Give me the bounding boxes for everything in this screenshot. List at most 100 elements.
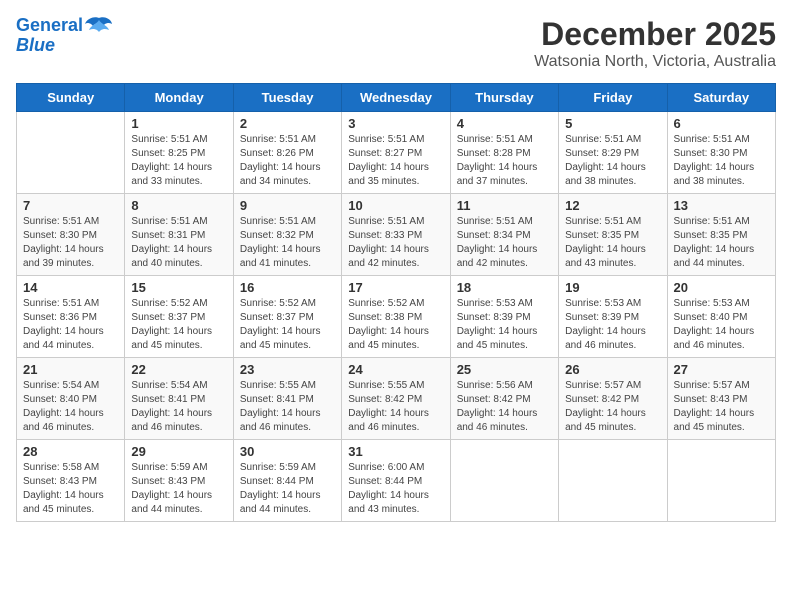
page-header: General Blue December 2025 Watsonia Nort…: [16, 16, 776, 71]
day-number: 3: [348, 116, 443, 131]
day-number: 20: [674, 280, 769, 295]
table-row: 23Sunrise: 5:55 AM Sunset: 8:41 PM Dayli…: [233, 358, 341, 440]
day-number: 4: [457, 116, 552, 131]
day-info: Sunrise: 5:53 AM Sunset: 8:39 PM Dayligh…: [565, 297, 660, 353]
day-of-week-header: Monday: [125, 84, 233, 112]
table-row: 4 Sunrise: 5:51 AM Sunset: 8:28 PM Daylig…: [450, 112, 558, 194]
day-info: Sunrise: 5:51 AM Sunset: 8:33 PM Dayligh…: [348, 215, 443, 271]
day-of-week-header: Thursday: [450, 84, 558, 112]
day-info: Sunrise: 5:51 AM Sunset: 8:34 PM Dayligh…: [457, 215, 552, 271]
table-row: 15 Sunrise: 5:52 AM Sunset: 8:37 PM Dayli…: [125, 276, 233, 358]
calendar-table: SundayMondayTuesdayWednesdayThursdayFrid…: [16, 83, 776, 522]
day-number: 13: [674, 198, 769, 213]
day-info: Sunrise: 5:53 AM Sunset: 8:39 PM Dayligh…: [457, 297, 552, 353]
day-number: 21: [23, 362, 118, 377]
day-info: Sunrise: 5:52 AM Sunset: 8:37 PM Dayligh…: [131, 297, 226, 353]
day-number: 31: [348, 444, 443, 459]
day-info: Sunrise: 5:55 AM Sunset: 8:41 PM Dayligh…: [240, 379, 335, 435]
table-row: 18 Sunrise: 5:53 AM Sunset: 8:39 PM Dayli…: [450, 276, 558, 358]
table-row: 8 Sunrise: 5:51 AM Sunset: 8:31 PM Daylig…: [125, 194, 233, 276]
day-info: Sunrise: 5:51 AM Sunset: 8:28 PM Dayligh…: [457, 133, 552, 189]
calendar-week-row: 28 Sunrise: 5:58 AM Sunset: 8:43 PM Dayli…: [17, 440, 776, 522]
day-info: Sunrise: 5:54 AM Sunset: 8:41 PM Dayligh…: [131, 379, 226, 435]
day-number: 26: [565, 362, 660, 377]
table-row: [450, 440, 558, 522]
day-number: 30: [240, 444, 335, 459]
table-row: 5 Sunrise: 5:51 AM Sunset: 8:29 PM Daylig…: [559, 112, 667, 194]
day-number: 7: [23, 198, 118, 213]
day-info: Sunrise: 5:52 AM Sunset: 8:38 PM Dayligh…: [348, 297, 443, 353]
table-row: 17 Sunrise: 5:52 AM Sunset: 8:38 PM Dayli…: [342, 276, 450, 358]
day-info: Sunrise: 5:57 AM Sunset: 8:43 PM Dayligh…: [674, 379, 769, 435]
day-number: 2: [240, 116, 335, 131]
day-info: Sunrise: 5:57 AM Sunset: 8:42 PM Dayligh…: [565, 379, 660, 435]
table-row: 1Sunrise: 5:51 AM Sunset: 8:25 PM Daylig…: [125, 112, 233, 194]
day-info: Sunrise: 5:54 AM Sunset: 8:40 PM Dayligh…: [23, 379, 118, 435]
table-row: 24Sunrise: 5:55 AM Sunset: 8:42 PM Dayli…: [342, 358, 450, 440]
table-row: 21 Sunrise: 5:54 AM Sunset: 8:40 PM Dayli…: [17, 358, 125, 440]
table-row: 31 Sunrise: 6:00 AM Sunset: 8:44 PM Dayli…: [342, 440, 450, 522]
day-number: 9: [240, 198, 335, 213]
day-info: Sunrise: 6:00 AM Sunset: 8:44 PM Dayligh…: [348, 461, 443, 517]
calendar-week-row: 1Sunrise: 5:51 AM Sunset: 8:25 PM Daylig…: [17, 112, 776, 194]
day-info: Sunrise: 5:51 AM Sunset: 8:35 PM Dayligh…: [674, 215, 769, 271]
day-number: 15: [131, 280, 226, 295]
table-row: 14Sunrise: 5:51 AM Sunset: 8:36 PM Dayli…: [17, 276, 125, 358]
day-info: Sunrise: 5:59 AM Sunset: 8:44 PM Dayligh…: [240, 461, 335, 517]
table-row: 27Sunrise: 5:57 AM Sunset: 8:43 PM Dayli…: [667, 358, 775, 440]
logo-text: General: [16, 16, 83, 36]
table-row: 30 Sunrise: 5:59 AM Sunset: 8:44 PM Dayli…: [233, 440, 341, 522]
day-number: 16: [240, 280, 335, 295]
table-row: 11Sunrise: 5:51 AM Sunset: 8:34 PM Dayli…: [450, 194, 558, 276]
table-row: 12 Sunrise: 5:51 AM Sunset: 8:35 PM Dayli…: [559, 194, 667, 276]
day-number: 18: [457, 280, 552, 295]
day-info: Sunrise: 5:51 AM Sunset: 8:26 PM Dayligh…: [240, 133, 335, 189]
day-number: 8: [131, 198, 226, 213]
day-info: Sunrise: 5:55 AM Sunset: 8:42 PM Dayligh…: [348, 379, 443, 435]
day-number: 25: [457, 362, 552, 377]
day-info: Sunrise: 5:58 AM Sunset: 8:43 PM Dayligh…: [23, 461, 118, 517]
day-number: 28: [23, 444, 118, 459]
table-row: 25 Sunrise: 5:56 AM Sunset: 8:42 PM Dayli…: [450, 358, 558, 440]
table-row: [559, 440, 667, 522]
table-row: 22 Sunrise: 5:54 AM Sunset: 8:41 PM Dayli…: [125, 358, 233, 440]
day-number: 19: [565, 280, 660, 295]
day-of-week-header: Saturday: [667, 84, 775, 112]
day-info: Sunrise: 5:51 AM Sunset: 8:31 PM Dayligh…: [131, 215, 226, 271]
logo-blue-text: Blue: [16, 36, 55, 56]
day-info: Sunrise: 5:51 AM Sunset: 8:27 PM Dayligh…: [348, 133, 443, 189]
day-number: 5: [565, 116, 660, 131]
table-row: 19 Sunrise: 5:53 AM Sunset: 8:39 PM Dayli…: [559, 276, 667, 358]
day-info: Sunrise: 5:52 AM Sunset: 8:37 PM Dayligh…: [240, 297, 335, 353]
calendar-week-row: 14Sunrise: 5:51 AM Sunset: 8:36 PM Dayli…: [17, 276, 776, 358]
table-row: 26 Sunrise: 5:57 AM Sunset: 8:42 PM Dayli…: [559, 358, 667, 440]
calendar-header-row: SundayMondayTuesdayWednesdayThursdayFrid…: [17, 84, 776, 112]
table-row: 3 Sunrise: 5:51 AM Sunset: 8:27 PM Daylig…: [342, 112, 450, 194]
day-info: Sunrise: 5:59 AM Sunset: 8:43 PM Dayligh…: [131, 461, 226, 517]
day-info: Sunrise: 5:51 AM Sunset: 8:29 PM Dayligh…: [565, 133, 660, 189]
day-number: 12: [565, 198, 660, 213]
day-number: 1: [131, 116, 226, 131]
month-title: December 2025: [534, 16, 776, 53]
day-info: Sunrise: 5:51 AM Sunset: 8:30 PM Dayligh…: [674, 133, 769, 189]
table-row: 16 Sunrise: 5:52 AM Sunset: 8:37 PM Dayli…: [233, 276, 341, 358]
table-row: 10 Sunrise: 5:51 AM Sunset: 8:33 PM Dayli…: [342, 194, 450, 276]
day-info: Sunrise: 5:51 AM Sunset: 8:32 PM Dayligh…: [240, 215, 335, 271]
day-number: 22: [131, 362, 226, 377]
day-number: 10: [348, 198, 443, 213]
day-info: Sunrise: 5:51 AM Sunset: 8:35 PM Dayligh…: [565, 215, 660, 271]
day-number: 29: [131, 444, 226, 459]
day-info: Sunrise: 5:51 AM Sunset: 8:30 PM Dayligh…: [23, 215, 118, 271]
day-number: 6: [674, 116, 769, 131]
day-number: 17: [348, 280, 443, 295]
table-row: 2 Sunrise: 5:51 AM Sunset: 8:26 PM Daylig…: [233, 112, 341, 194]
day-of-week-header: Wednesday: [342, 84, 450, 112]
day-info: Sunrise: 5:56 AM Sunset: 8:42 PM Dayligh…: [457, 379, 552, 435]
day-number: 14: [23, 280, 118, 295]
title-section: December 2025 Watsonia North, Victoria, …: [534, 16, 776, 71]
table-row: 29 Sunrise: 5:59 AM Sunset: 8:43 PM Dayli…: [125, 440, 233, 522]
day-of-week-header: Friday: [559, 84, 667, 112]
table-row: 13 Sunrise: 5:51 AM Sunset: 8:35 PM Dayli…: [667, 194, 775, 276]
table-row: 6 Sunrise: 5:51 AM Sunset: 8:30 PM Daylig…: [667, 112, 775, 194]
day-of-week-header: Tuesday: [233, 84, 341, 112]
